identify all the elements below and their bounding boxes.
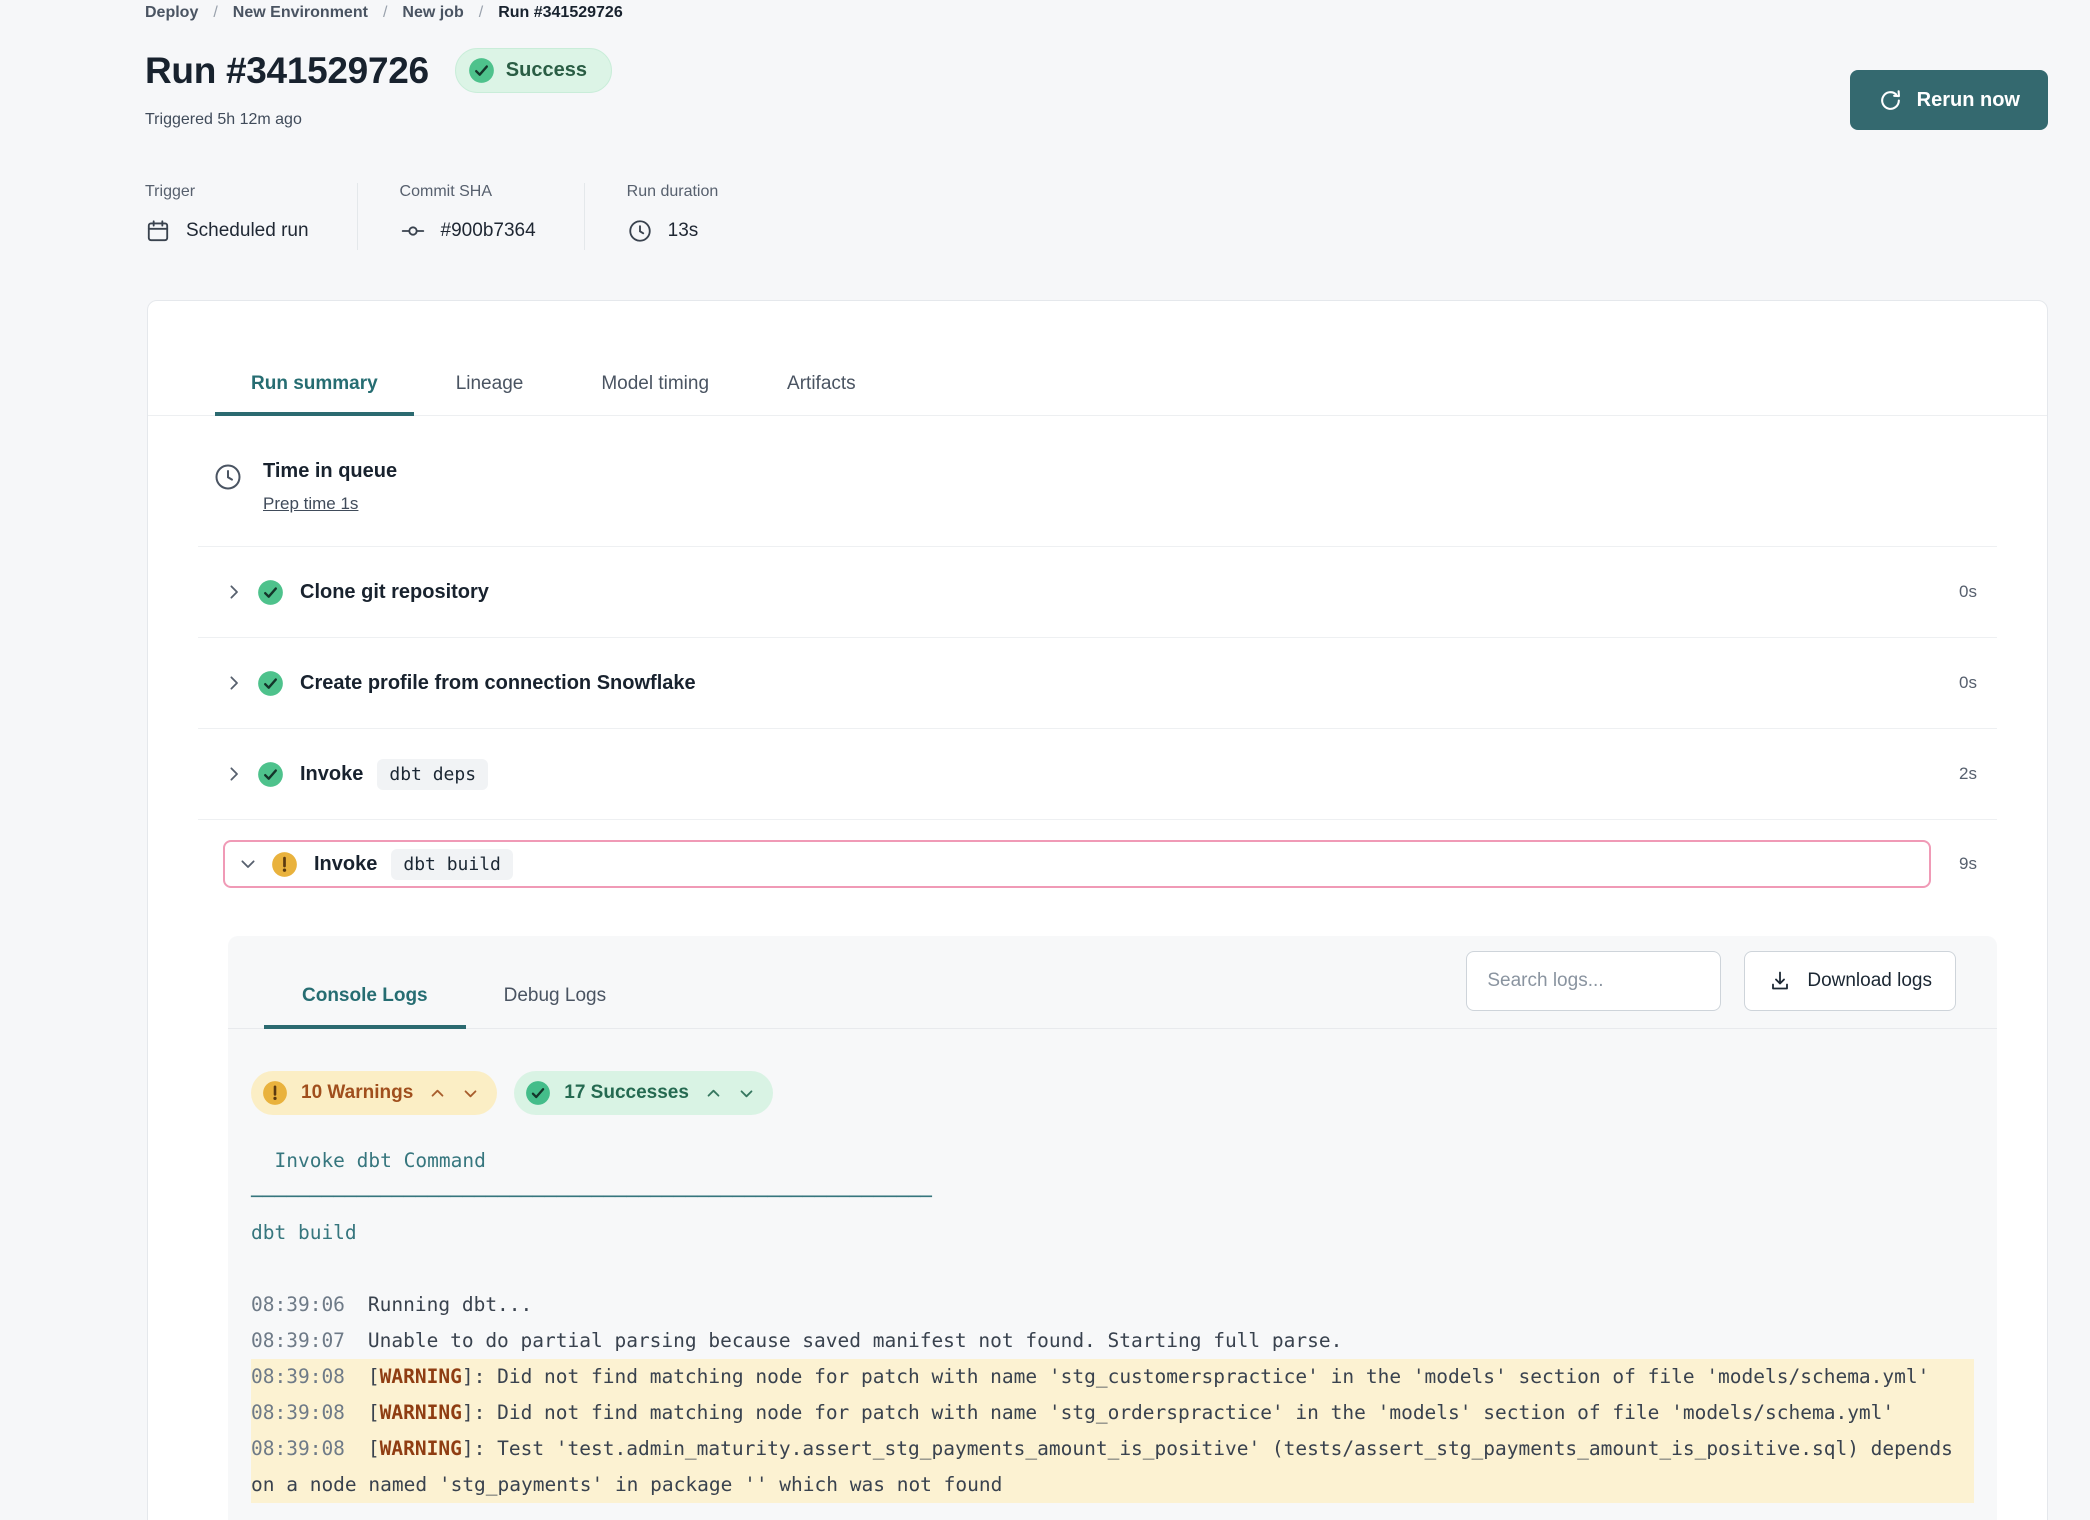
commit-icon xyxy=(400,218,426,244)
log-line-blank xyxy=(251,1251,1974,1287)
status-badge-label: Success xyxy=(506,59,587,82)
breadcrumb-separator: / xyxy=(213,4,217,22)
step-title: Create profile from connection Snowflake xyxy=(300,672,696,695)
next-warning-chevron-down-icon[interactable] xyxy=(462,1085,479,1102)
breadcrumb-deploy[interactable]: Deploy xyxy=(145,4,198,22)
run-tabs: Run summary Lineage Model timing Artifac… xyxy=(148,301,2047,416)
next-success-chevron-down-icon[interactable] xyxy=(738,1085,755,1102)
log-line-warning: 08:39:08[WARNING]: Test 'test.admin_matu… xyxy=(251,1431,1974,1503)
breadcrumb: Deploy / New Environment / New job / Run… xyxy=(145,4,2048,22)
log-divider-line: ────────────────────────────────────────… xyxy=(251,1179,1974,1215)
log-panel-header: Console Logs Debug Logs Download logs xyxy=(228,936,1997,1029)
meta-commit-value: #900b7364 xyxy=(441,220,536,242)
step-duration: 9s xyxy=(1931,854,1977,874)
warning-icon xyxy=(262,1080,288,1106)
log-line: 08:39:06Running dbt... xyxy=(251,1287,1974,1323)
tab-run-summary[interactable]: Run summary xyxy=(215,373,414,416)
step-duration: 2s xyxy=(1931,764,1977,784)
step-command-chip: dbt deps xyxy=(377,759,488,790)
step-row-clone-git: Clone git repository 0s xyxy=(198,547,1997,638)
successes-badge-label: 17 Successes xyxy=(564,1082,689,1104)
chevron-right-icon xyxy=(225,674,243,692)
run-summary-card: Run summary Lineage Model timing Artifac… xyxy=(147,300,2048,1520)
rerun-button-label: Rerun now xyxy=(1917,89,2020,112)
tab-lineage[interactable]: Lineage xyxy=(420,373,560,416)
clock-icon xyxy=(627,218,653,244)
previous-success-chevron-up-icon[interactable] xyxy=(705,1085,722,1102)
download-logs-button[interactable]: Download logs xyxy=(1744,951,1956,1011)
download-logs-label: Download logs xyxy=(1807,970,1932,992)
warnings-badge[interactable]: 10 Warnings xyxy=(251,1071,497,1115)
log-filter-badges: 10 Warnings 17 Successes xyxy=(228,1029,1997,1115)
meta-commit: Commit SHA #900b7364 xyxy=(358,183,585,250)
step-duration: 0s xyxy=(1931,673,1977,693)
tab-console-logs[interactable]: Console Logs xyxy=(264,985,466,1029)
run-meta: Trigger Scheduled run Commit SHA #900b73… xyxy=(145,183,2048,250)
step-row-create-profile: Create profile from connection Snowflake… xyxy=(198,638,1997,729)
step-row-dbt-build: Invoke dbt build 9s xyxy=(198,820,1997,908)
page-title: Run #341529726 xyxy=(145,50,429,92)
tab-model-timing[interactable]: Model timing xyxy=(565,373,745,416)
log-line-warning: 08:39:08[WARNING]: Did not find matching… xyxy=(251,1359,1974,1395)
step-title: Invoke xyxy=(300,763,363,786)
log-actions: Download logs xyxy=(1466,951,1956,1011)
calendar-icon xyxy=(145,218,171,244)
warning-icon xyxy=(271,851,298,878)
breadcrumb-separator: / xyxy=(479,4,483,22)
success-check-icon xyxy=(257,761,284,788)
search-logs-input[interactable] xyxy=(1466,951,1721,1011)
queue-clock-icon xyxy=(213,462,243,514)
step-command-chip: dbt build xyxy=(391,849,513,880)
run-summary-content: Time in queue Prep time 1s Clone git rep… xyxy=(148,416,2047,1520)
chevron-right-icon xyxy=(225,765,243,783)
success-check-icon xyxy=(257,579,284,606)
success-check-icon xyxy=(257,670,284,697)
triggered-time: Triggered 5h 12m ago xyxy=(145,111,2048,129)
log-line: 08:39:07Unable to do partial parsing bec… xyxy=(251,1323,1974,1359)
check-circle-icon xyxy=(468,57,495,84)
log-panel: Console Logs Debug Logs Download logs xyxy=(228,936,1997,1520)
console-log-output: Invoke dbt Command ─────────────────────… xyxy=(228,1115,1997,1503)
step-title: Clone git repository xyxy=(300,581,489,604)
tab-debug-logs[interactable]: Debug Logs xyxy=(466,985,644,1029)
breadcrumb-job[interactable]: New job xyxy=(402,4,463,22)
breadcrumb-current-run: Run #341529726 xyxy=(498,4,623,22)
log-line: dbt build xyxy=(251,1215,1974,1251)
meta-duration: Run duration 13s xyxy=(585,183,767,250)
download-icon xyxy=(1768,969,1792,993)
step-dbt-deps-toggle[interactable]: Invoke dbt deps xyxy=(198,759,1931,790)
step-dbt-build-toggle[interactable]: Invoke dbt build xyxy=(223,840,1931,888)
meta-trigger-label: Trigger xyxy=(145,183,309,201)
prep-time-link[interactable]: Prep time 1s xyxy=(263,494,358,514)
rerun-icon xyxy=(1878,88,1903,113)
status-badge: Success xyxy=(455,48,612,93)
tab-artifacts[interactable]: Artifacts xyxy=(751,373,892,416)
meta-duration-value: 13s xyxy=(668,220,699,242)
log-line: Invoke dbt Command xyxy=(251,1143,1974,1179)
step-duration: 0s xyxy=(1931,582,1977,602)
successes-badge[interactable]: 17 Successes xyxy=(514,1071,773,1115)
step-clone-git-toggle[interactable]: Clone git repository xyxy=(198,579,1931,606)
meta-commit-label: Commit SHA xyxy=(400,183,536,201)
check-circle-icon xyxy=(525,1080,551,1106)
step-row-dbt-deps: Invoke dbt deps 2s xyxy=(198,729,1997,820)
step-create-profile-toggle[interactable]: Create profile from connection Snowflake xyxy=(198,670,1931,697)
meta-duration-label: Run duration xyxy=(627,183,719,201)
rerun-now-button[interactable]: Rerun now xyxy=(1850,70,2048,130)
step-title: Invoke xyxy=(314,853,377,876)
chevron-right-icon xyxy=(225,583,243,601)
queue-title: Time in queue xyxy=(263,460,397,483)
title-row: Run #341529726 Success xyxy=(145,48,2048,93)
log-line-warning: 08:39:08[WARNING]: Did not find matching… xyxy=(251,1395,1974,1431)
meta-trigger: Trigger Scheduled run xyxy=(145,183,358,250)
breadcrumb-separator: / xyxy=(383,4,387,22)
previous-warning-chevron-up-icon[interactable] xyxy=(429,1085,446,1102)
meta-trigger-value: Scheduled run xyxy=(186,220,309,242)
page-header: Deploy / New Environment / New job / Run… xyxy=(0,0,2090,250)
run-detail-page: Deploy / New Environment / New job / Run… xyxy=(0,0,2090,1520)
chevron-down-icon xyxy=(239,855,257,873)
warnings-badge-label: 10 Warnings xyxy=(301,1082,413,1104)
time-in-queue-block: Time in queue Prep time 1s xyxy=(198,416,1997,547)
breadcrumb-environment[interactable]: New Environment xyxy=(233,4,368,22)
